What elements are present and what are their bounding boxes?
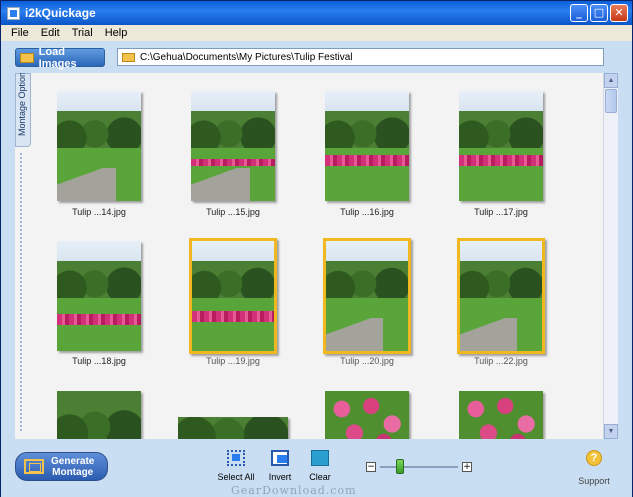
menu-edit[interactable]: Edit bbox=[35, 27, 66, 39]
menu-help[interactable]: Help bbox=[99, 27, 134, 39]
zoom-in-icon[interactable]: + bbox=[462, 462, 472, 472]
thumbnail-caption: Tulip ...18.jpg bbox=[72, 356, 126, 366]
zoom-slider[interactable]: − + bbox=[366, 459, 472, 474]
thumbnail-image[interactable] bbox=[57, 91, 141, 201]
maximize-button[interactable]: □ bbox=[590, 4, 608, 22]
montage-icon bbox=[24, 459, 44, 474]
vertical-scrollbar[interactable]: ▲ ▼ bbox=[603, 73, 618, 439]
thumbnail-image[interactable] bbox=[459, 391, 543, 439]
thumbnail-image-selected[interactable] bbox=[189, 238, 277, 354]
clear-button[interactable]: Clear bbox=[298, 450, 342, 482]
load-images-label: Load Images bbox=[38, 45, 77, 70]
folder-icon bbox=[122, 52, 135, 62]
scrollbar-thumb[interactable] bbox=[605, 89, 617, 113]
zoom-knob[interactable] bbox=[396, 459, 404, 474]
clear-icon bbox=[311, 450, 329, 466]
sidebar-splitter[interactable] bbox=[20, 153, 22, 433]
montage-options-tab[interactable]: Montage Options > bbox=[15, 73, 31, 147]
menu-trial[interactable]: Trial bbox=[66, 27, 99, 39]
close-button[interactable]: ✕ bbox=[610, 4, 628, 22]
title-bar: i2kQuickage _ □ ✕ bbox=[1, 1, 632, 25]
watermark-text: GearDownload.com bbox=[231, 484, 357, 497]
menu-file[interactable]: File bbox=[5, 27, 35, 39]
clear-label: Clear bbox=[309, 472, 331, 482]
thumbnail-caption: Tulip ...20.jpg bbox=[340, 356, 394, 366]
thumbnail-caption: Tulip ...19.jpg bbox=[206, 356, 260, 366]
select-all-label: Select All bbox=[217, 472, 255, 482]
folder-path-text: C:\Gehua\Documents\My Pictures\Tulip Fes… bbox=[140, 51, 353, 63]
thumbnail-caption: Tulip ...14.jpg bbox=[72, 207, 126, 217]
scroll-down-button[interactable]: ▼ bbox=[604, 424, 618, 439]
select-all-button[interactable]: Select All bbox=[214, 450, 258, 482]
folder-icon bbox=[20, 52, 34, 63]
thumbnail-image[interactable] bbox=[178, 417, 288, 439]
thumbnail-caption: Tulip ...17.jpg bbox=[474, 207, 528, 217]
toolbar: Load Images C:\Gehua\Documents\My Pictur… bbox=[1, 41, 632, 72]
zoom-out-icon[interactable]: − bbox=[366, 462, 376, 472]
menu-bar: File Edit Trial Help bbox=[1, 25, 632, 41]
invert-icon bbox=[271, 450, 289, 466]
thumbnail-caption: Tulip ...22.jpg bbox=[474, 356, 528, 366]
thumbnail-image[interactable] bbox=[459, 91, 543, 201]
thumbnail-image[interactable] bbox=[57, 241, 141, 351]
thumbnail-area[interactable]: Montage Options > Tulip ...14.jpg Tulip … bbox=[15, 73, 618, 439]
minimize-button[interactable]: _ bbox=[570, 4, 588, 22]
generate-label-line2: Montage bbox=[52, 466, 94, 478]
invert-label: Invert bbox=[268, 472, 292, 482]
montage-options-label: Montage Options > bbox=[17, 73, 27, 136]
thumbnail-image[interactable] bbox=[57, 391, 141, 439]
scroll-up-button[interactable]: ▲ bbox=[604, 73, 618, 88]
zoom-track[interactable] bbox=[380, 466, 458, 468]
app-window: i2kQuickage _ □ ✕ File Edit Trial Help L… bbox=[0, 0, 633, 497]
thumbnail-image-selected[interactable] bbox=[457, 238, 545, 354]
thumbnail-image-selected[interactable] bbox=[323, 238, 411, 354]
generate-label-line1: Generate bbox=[51, 455, 95, 467]
bottom-toolbar: Generate Montage Select All Invert Clear… bbox=[1, 440, 632, 497]
thumbnail-caption: Tulip ...16.jpg bbox=[340, 207, 394, 217]
thumbnail-image[interactable] bbox=[325, 91, 409, 201]
support-button[interactable]: ? Support bbox=[572, 450, 616, 486]
generate-montage-button[interactable]: Generate Montage bbox=[15, 452, 108, 481]
window-title: i2kQuickage bbox=[25, 6, 96, 20]
invert-button[interactable]: Invert bbox=[258, 450, 302, 482]
select-all-icon bbox=[227, 450, 245, 466]
thumbnail-image[interactable] bbox=[191, 91, 275, 201]
thumbnail-caption: Tulip ...15.jpg bbox=[206, 207, 260, 217]
support-label: Support bbox=[578, 476, 610, 486]
help-icon: ? bbox=[586, 450, 602, 466]
folder-path-field[interactable]: C:\Gehua\Documents\My Pictures\Tulip Fes… bbox=[117, 48, 604, 66]
load-images-button[interactable]: Load Images bbox=[15, 45, 105, 70]
thumbnail-image[interactable] bbox=[325, 391, 409, 439]
app-icon bbox=[7, 6, 20, 20]
